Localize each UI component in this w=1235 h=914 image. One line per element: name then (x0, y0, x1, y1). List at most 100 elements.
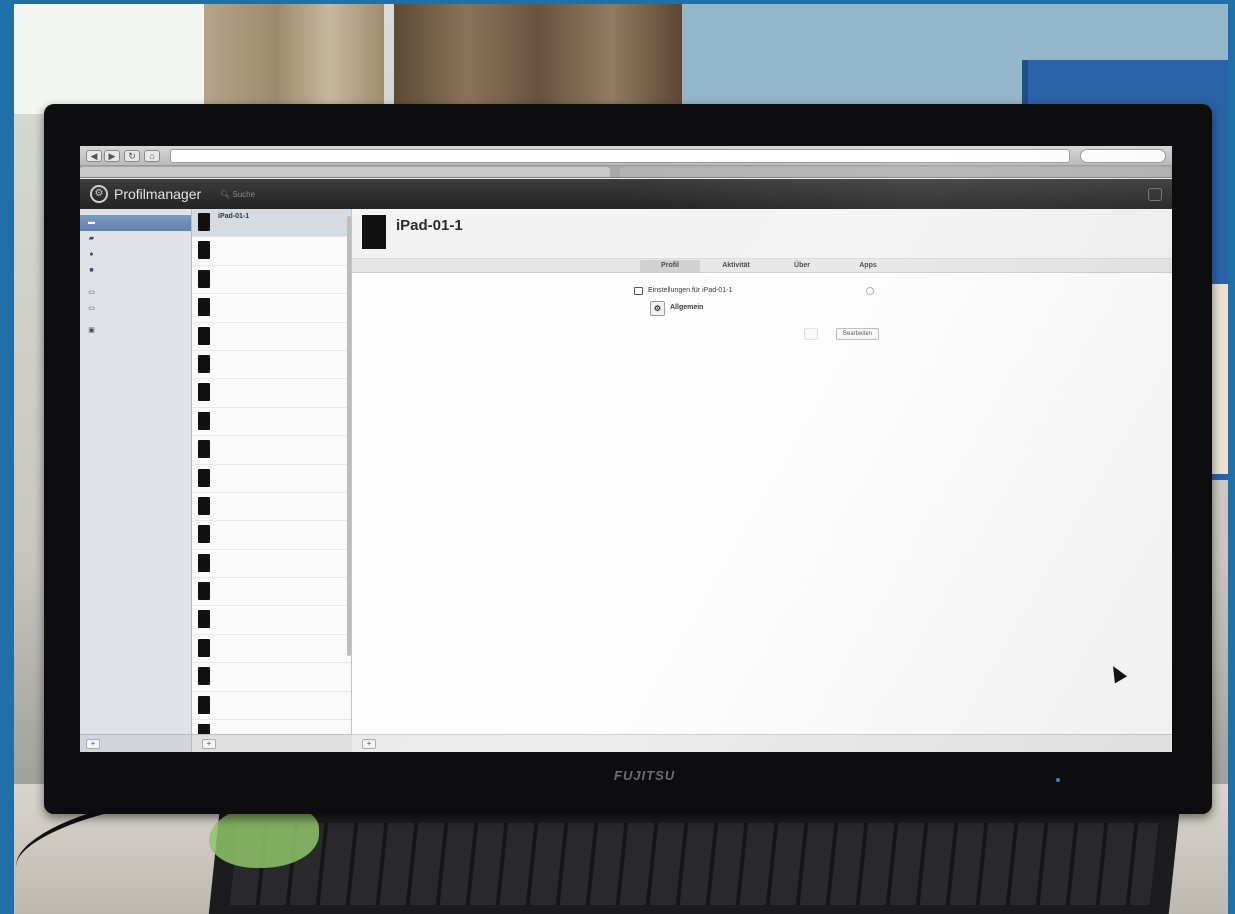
sidebar-item-new-devices[interactable]: ▭ (80, 285, 191, 301)
app-title: Profilmanager (114, 186, 202, 202)
reload-icon[interactable]: ↻ (124, 150, 140, 162)
browser-toolbar: ◀ ▶ ↻ ⌂ (80, 146, 1172, 166)
forward-icon[interactable]: ▶ (104, 150, 120, 162)
back-icon[interactable]: ◀ (86, 150, 102, 162)
device-title: iPad-01-1 (396, 217, 463, 234)
monitor: FUJITSU ◀ ▶ ↻ ⌂ ⚙ Profilmanager 🔍︎ Suche… (44, 104, 1212, 814)
device-list-item[interactable]: iPad-01-1 (192, 209, 351, 238)
ipad-icon (198, 241, 210, 260)
tab-ueber[interactable]: Über (772, 260, 832, 272)
device-icon (634, 287, 643, 295)
home-icon[interactable]: ⌂ (144, 150, 160, 162)
admin-menu-button[interactable] (1148, 188, 1162, 201)
device-list-item[interactable] (192, 635, 351, 664)
device-icon: ▣ (88, 327, 95, 334)
device-list-scrollbar[interactable] (347, 216, 351, 656)
group-icon: ▰ (88, 235, 95, 242)
ipad-icon (198, 667, 210, 686)
window (14, 4, 214, 114)
general-label: Allgemein (670, 304, 704, 311)
device-icon: ▬ (88, 219, 95, 226)
device-icon: ▭ (88, 305, 95, 312)
gear-icon[interactable] (866, 287, 874, 295)
device-list-item[interactable] (192, 436, 351, 465)
device-list-item[interactable] (192, 379, 351, 408)
device-list-item[interactable] (192, 323, 351, 351)
edit-button[interactable]: Bearbeiten (836, 328, 880, 340)
payload-general[interactable]: ⚙ Allgemein (650, 301, 703, 319)
general-settings-icon: ⚙ (650, 301, 665, 316)
device-list-item[interactable] (192, 408, 351, 437)
sidebar-item-placeholder-devices[interactable]: ▭ (80, 301, 191, 317)
device-list-item[interactable] (192, 493, 351, 522)
detail-header: iPad-01-1 (352, 209, 1172, 259)
browser-tab[interactable] (620, 167, 1170, 177)
device-list-item[interactable] (192, 606, 351, 635)
settings-header: Einstellungen für iPad-01-1 (634, 285, 874, 297)
curtain (204, 4, 384, 114)
tab-aktivitaet[interactable]: Aktivität (706, 260, 766, 272)
groups-icon: ■ (89, 267, 94, 274)
ipad-thumbnail-icon (362, 215, 386, 249)
device-list-item[interactable] (192, 294, 351, 323)
settings-label: Einstellungen für iPad-01-1 (648, 287, 733, 294)
device-list-item[interactable] (192, 237, 351, 266)
photo-background: FUJITSU ◀ ▶ ↻ ⌂ ⚙ Profilmanager 🔍︎ Suche… (14, 4, 1228, 914)
search-icon: 🔍︎ (220, 190, 231, 199)
browser-search-field[interactable] (1080, 149, 1166, 163)
ipad-icon (198, 213, 210, 231)
device-list-item[interactable] (192, 266, 351, 295)
sidebar: ▬ ▰ ● ■ ▭ ▭ ▣ + (80, 209, 192, 752)
app-search-input[interactable]: 🔍︎ Suche (220, 188, 330, 202)
ipad-icon (198, 496, 210, 515)
ipad-icon (198, 411, 210, 430)
sidebar-item-groups[interactable]: ■ (80, 263, 191, 279)
ipad-icon (198, 525, 210, 544)
add-icon[interactable]: + (202, 739, 216, 749)
device-list-item[interactable] (192, 521, 351, 550)
device-list-item[interactable] (192, 663, 351, 692)
device-list: iPad-01-1 (192, 209, 352, 752)
ipad-icon (198, 610, 210, 629)
sidebar-item-device-groups[interactable]: ▰ (80, 231, 191, 247)
screen: ◀ ▶ ↻ ⌂ ⚙ Profilmanager 🔍︎ Suche ▬ ▰ ● ■… (80, 146, 1172, 752)
device-list-item[interactable] (192, 692, 351, 721)
device-list-item[interactable] (192, 550, 351, 579)
curtain (394, 4, 684, 114)
ipad-icon (198, 553, 210, 572)
detail-footer: + (352, 734, 1172, 752)
device-detail: iPad-01-1 Profil Aktivität Über Apps Ein… (352, 209, 1172, 752)
url-field[interactable] (170, 149, 1070, 163)
sidebar-item-devices[interactable]: ▬ (80, 215, 191, 231)
add-icon[interactable]: + (86, 739, 100, 749)
ipad-icon (198, 298, 210, 317)
app-header: ⚙ Profilmanager 🔍︎ Suche (80, 179, 1172, 209)
ipad-icon (198, 638, 210, 657)
mouse-cursor-icon (1106, 662, 1128, 684)
cancel-button[interactable] (804, 328, 818, 340)
profile-manager-logo-icon: ⚙ (90, 185, 108, 203)
device-icon: ▭ (88, 289, 95, 296)
tab-apps[interactable]: Apps (838, 260, 898, 272)
device-name: iPad-01-1 (218, 213, 250, 220)
device-list-item[interactable] (192, 351, 351, 380)
sidebar-item-enrollment[interactable]: ▣ (80, 323, 191, 339)
device-list-item[interactable] (192, 578, 351, 607)
detail-tabbar: Profil Aktivität Über Apps (352, 259, 1172, 273)
power-led (1056, 778, 1060, 782)
tab-profil[interactable]: Profil (640, 260, 700, 272)
sidebar-item-users[interactable]: ● (80, 247, 191, 263)
ipad-icon (198, 269, 210, 288)
ipad-icon (198, 440, 210, 459)
ipad-icon (198, 468, 210, 487)
search-placeholder: Suche (232, 190, 256, 199)
device-list-item[interactable] (192, 465, 351, 493)
ipad-icon (198, 354, 210, 373)
add-icon[interactable]: + (362, 739, 376, 749)
ipad-icon (198, 326, 210, 345)
keyboard (208, 809, 1180, 914)
browser-tab[interactable] (80, 167, 610, 177)
ipad-icon (198, 383, 210, 402)
ipad-icon (198, 695, 210, 714)
monitor-brand: FUJITSU (614, 768, 676, 783)
